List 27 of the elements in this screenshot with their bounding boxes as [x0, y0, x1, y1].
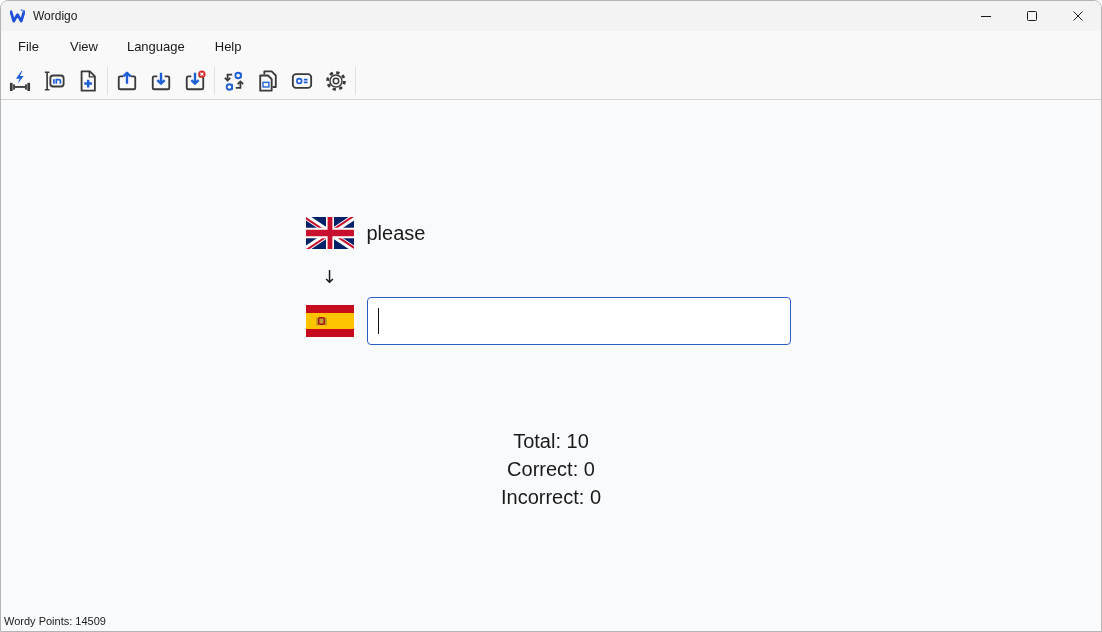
dumbbell-lightning-icon[interactable] [9, 70, 31, 92]
tray-down-arrow-x-icon[interactable] [184, 70, 206, 92]
window-title: Wordigo [33, 8, 78, 24]
tray-down-arrow-icon[interactable] [150, 70, 172, 92]
result-text: Correct: 0 [507, 457, 595, 482]
cursor-box-icon[interactable] [43, 70, 65, 92]
spanish-flag-icon [305, 305, 354, 337]
text-cursor-icon [377, 308, 379, 334]
menu-item[interactable]: Help [204, 38, 252, 56]
menu-item[interactable]: View [59, 38, 108, 56]
close-icon[interactable] [1073, 11, 1083, 21]
result-text: Incorrect: 0 [500, 485, 601, 510]
equals-box-icon[interactable] [291, 70, 313, 92]
union-jack-flag-icon [305, 217, 354, 249]
prompt-word: please [366, 221, 426, 246]
swap-arrows-icon[interactable] [223, 70, 245, 92]
down-arrow: ↓ [321, 267, 338, 287]
menu-item[interactable]: File [8, 38, 49, 56]
settings-icon[interactable] [325, 70, 347, 92]
maximize-icon[interactable] [1027, 11, 1037, 21]
answer-field[interactable] [366, 297, 791, 345]
result-text: Total: 10 [513, 429, 589, 454]
copy-documents-icon[interactable] [257, 70, 279, 92]
tray-up-arrow-icon[interactable] [116, 70, 138, 92]
status-text: Wordy Points: 14509 [4, 614, 106, 628]
menu-item[interactable]: Language [116, 38, 195, 56]
app-logo-icon [10, 9, 25, 23]
